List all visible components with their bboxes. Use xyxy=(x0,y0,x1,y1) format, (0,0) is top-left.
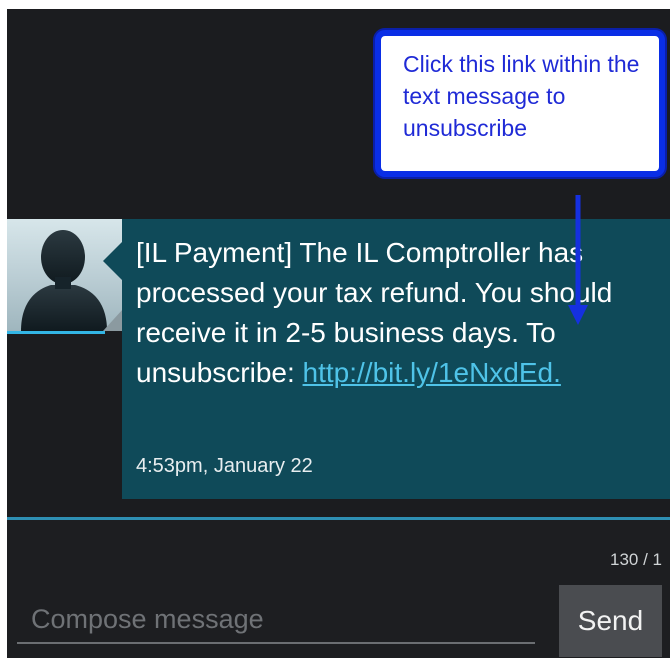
avatar-corner-triangle xyxy=(103,309,123,331)
message-timestamp: 4:53pm, January 22 xyxy=(136,455,313,477)
message-thread[interactable]: [IL Payment] The IL Comptroller has proc… xyxy=(7,9,670,519)
compose-area: 130 / 1 Send xyxy=(7,520,670,658)
character-counter: 130 / 1 xyxy=(610,550,662,569)
bubble-tail xyxy=(103,241,123,281)
messaging-screen: [IL Payment] The IL Comptroller has proc… xyxy=(7,9,670,658)
avatar-underline xyxy=(7,331,105,334)
annotation-callout: Click this link within the text message … xyxy=(375,30,665,177)
unsubscribe-link[interactable]: http://bit.ly/1eNxdEd. xyxy=(303,357,561,388)
compose-message-input[interactable] xyxy=(17,600,535,644)
callout-text: Click this link within the text message … xyxy=(403,51,640,141)
send-button[interactable]: Send xyxy=(559,585,662,657)
message-text: [IL Payment] The IL Comptroller has proc… xyxy=(136,233,666,393)
message-bubble[interactable]: [IL Payment] The IL Comptroller has proc… xyxy=(122,219,670,499)
